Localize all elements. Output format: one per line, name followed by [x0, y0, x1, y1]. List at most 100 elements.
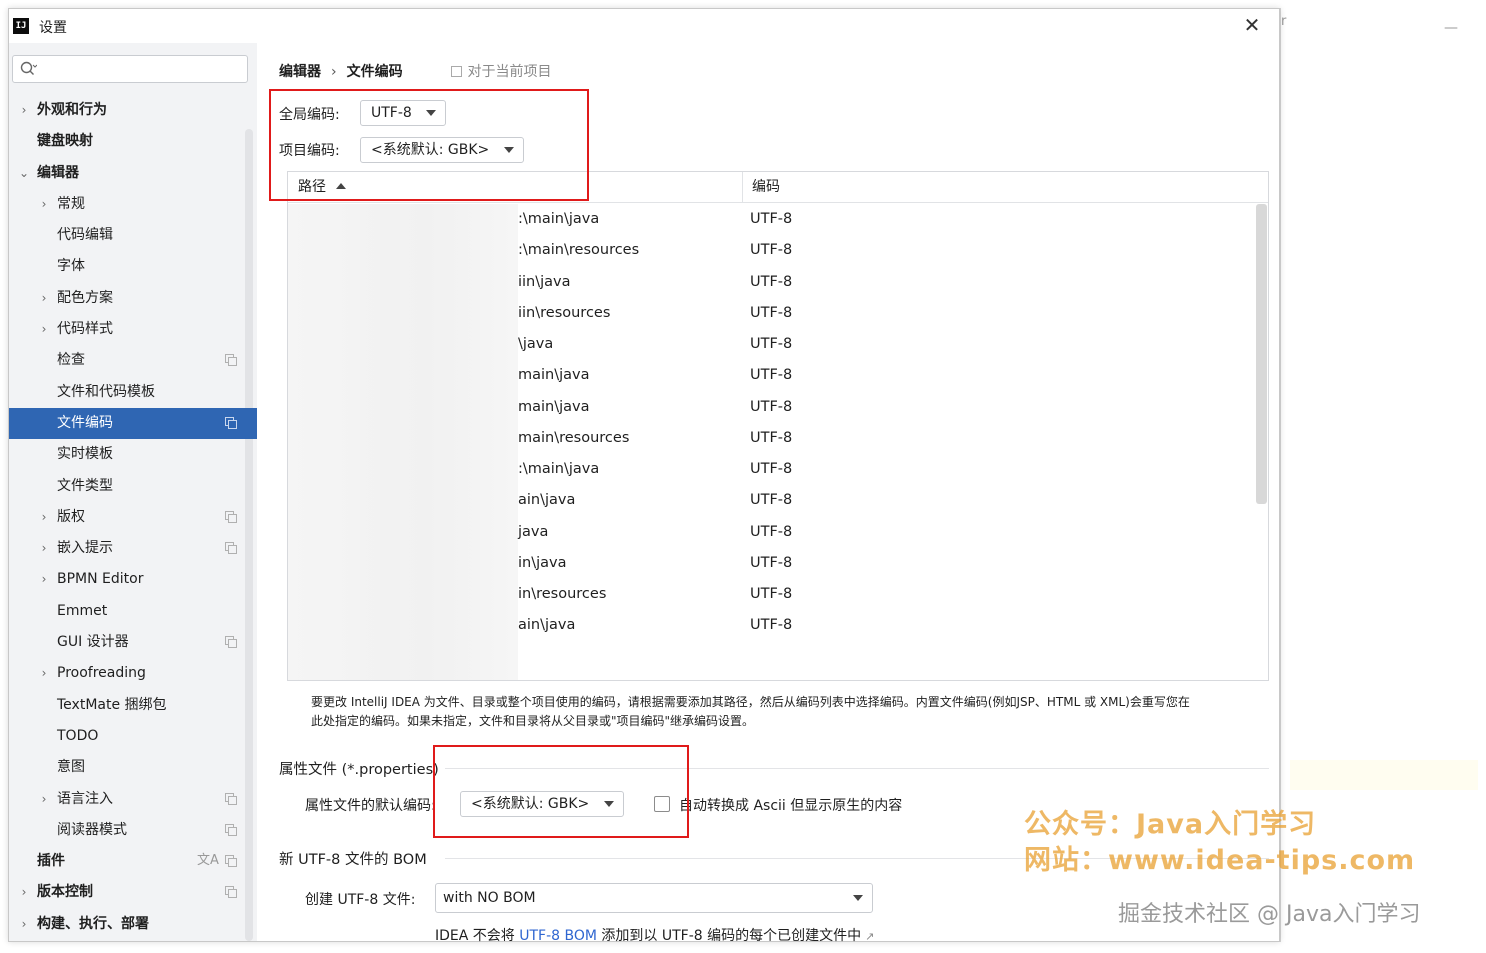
row-encoding[interactable]: UTF-8	[750, 485, 792, 516]
row-encoding[interactable]: UTF-8	[750, 298, 792, 329]
sidebar-item[interactable]: 意图	[9, 752, 257, 783]
sidebar-item-label: 文件类型	[57, 477, 113, 494]
table-scrollbar[interactable]	[1256, 204, 1267, 504]
sidebar-item[interactable]: › 嵌入提示	[9, 533, 257, 564]
chevron-right-icon[interactable]: ›	[17, 877, 31, 908]
row-encoding[interactable]: UTF-8	[750, 548, 792, 579]
chevron-right-icon[interactable]: ›	[37, 283, 51, 314]
sidebar-item[interactable]: › Proofreading	[9, 658, 257, 689]
row-path: \java	[518, 336, 554, 352]
chevron-right-icon[interactable]: ›	[37, 658, 51, 689]
watermark-juejin: 掘金技术社区 @ Java入门学习	[1118, 902, 1421, 927]
sidebar-item[interactable]: 代码编辑	[9, 220, 257, 251]
sidebar-item[interactable]: 文件和代码模板	[9, 377, 257, 408]
chevron-right-icon[interactable]: ›	[17, 909, 31, 940]
table-row[interactable]: :\main\java UTF-8	[288, 454, 1256, 485]
close-button[interactable]: ✕	[1241, 14, 1263, 36]
chevron-right-icon[interactable]: ›	[37, 533, 51, 564]
native-ascii-label[interactable]: 自动转换成 Ascii 但显示原生的内容	[679, 795, 902, 815]
chevron-down-icon[interactable]: ⌄	[17, 158, 31, 189]
sidebar-item-label: BPMN Editor	[57, 571, 144, 588]
chevron-right-icon[interactable]: ›	[37, 502, 51, 533]
sidebar-item-label: 构建、执行、部署	[37, 915, 149, 932]
sidebar-item[interactable]: GUI 设计器	[9, 627, 257, 658]
breadcrumb-editor[interactable]: 编辑器	[279, 64, 321, 80]
table-row[interactable]: main\java UTF-8	[288, 360, 1256, 391]
sidebar-item[interactable]: 文件编码	[9, 407, 257, 440]
sidebar-item[interactable]: › 外观和行为	[9, 95, 257, 126]
table-row[interactable]: :\main\resources UTF-8	[288, 235, 1256, 266]
sidebar-item[interactable]: 键盘映射	[9, 126, 257, 157]
row-encoding[interactable]: UTF-8	[750, 329, 792, 360]
row-encoding[interactable]: UTF-8	[750, 392, 792, 423]
row-encoding[interactable]: UTF-8	[750, 267, 792, 298]
table-row[interactable]: ain\java UTF-8	[288, 610, 1256, 641]
sidebar-item[interactable]: › 代码样式	[9, 314, 257, 345]
sidebar-item-label: TextMate 捆绑包	[57, 696, 167, 713]
sidebar-item-label: 实时模板	[57, 446, 113, 463]
table-row[interactable]: java UTF-8	[288, 517, 1256, 548]
sidebar-item[interactable]: TODO	[9, 721, 257, 752]
column-divider[interactable]	[742, 172, 743, 203]
sidebar-item[interactable]: › 常规	[9, 189, 257, 220]
table-row[interactable]: main\java UTF-8	[288, 392, 1256, 423]
table-row[interactable]: main\resources UTF-8	[288, 423, 1256, 454]
row-encoding[interactable]: UTF-8	[750, 517, 792, 548]
bom-dropdown[interactable]: with NO BOM	[435, 883, 873, 913]
row-encoding[interactable]: UTF-8	[750, 423, 792, 454]
sidebar-item-label: 外观和行为	[37, 102, 107, 118]
sidebar-item[interactable]: › 语言注入	[9, 784, 257, 815]
table-row[interactable]: :\main\java UTF-8	[288, 204, 1256, 235]
chevron-right-icon[interactable]: ›	[37, 189, 51, 220]
sidebar-item[interactable]: 字体	[9, 251, 257, 282]
table-row[interactable]: iin\java UTF-8	[288, 267, 1256, 298]
sidebar-item[interactable]: TextMate 捆绑包	[9, 690, 257, 721]
chevron-right-icon[interactable]: ›	[37, 564, 51, 595]
chevron-right-icon[interactable]: ›	[17, 95, 31, 126]
table-row[interactable]: ain\java UTF-8	[288, 485, 1256, 516]
highlight-box-properties	[433, 745, 689, 838]
row-encoding[interactable]: UTF-8	[750, 204, 792, 235]
column-header-encoding[interactable]: 编码	[752, 172, 780, 203]
external-link-icon[interactable]: ↗	[865, 930, 874, 943]
minimize-icon[interactable]: —	[1444, 20, 1458, 36]
row-encoding[interactable]: UTF-8	[750, 454, 792, 485]
bom-note-suffix: 添加到以 UTF-8 编码的每个已创建文件中	[601, 928, 862, 944]
row-path: :\main\java	[518, 211, 600, 227]
bom-section-title: 新 UTF-8 文件的 BOM	[279, 852, 427, 868]
sidebar-item-label: 插件	[37, 853, 65, 870]
encoding-table: 路径 编码 :\main\java UTF-8:\main\resources UT…	[287, 171, 1269, 681]
copy-icon	[225, 636, 237, 649]
chevron-right-icon[interactable]: ›	[37, 784, 51, 815]
sidebar-item[interactable]: 阅读器模式	[9, 815, 257, 846]
utf8-bom-link[interactable]: UTF-8 BOM	[519, 928, 597, 944]
table-row[interactable]: in\java UTF-8	[288, 548, 1256, 579]
sidebar-item[interactable]: 实时模板	[9, 439, 257, 470]
table-row[interactable]: iin\resources UTF-8	[288, 298, 1256, 329]
row-encoding[interactable]: UTF-8	[750, 235, 792, 266]
sidebar-item-label: 编辑器	[37, 164, 79, 181]
sidebar-item[interactable]: 检查	[9, 345, 257, 376]
sidebar-item[interactable]: Emmet	[9, 596, 257, 627]
chevron-right-icon[interactable]: ›	[37, 314, 51, 345]
sidebar-item[interactable]: › 版本控制	[9, 877, 257, 908]
sidebar-item[interactable]: ⌄ 编辑器	[9, 158, 257, 189]
sidebar-item[interactable]: 插件 文A	[9, 846, 257, 877]
table-row[interactable]: \java UTF-8	[288, 329, 1256, 360]
bom-dropdown-value: with NO BOM	[443, 890, 536, 906]
row-encoding[interactable]: UTF-8	[750, 610, 792, 641]
copy-icon	[225, 354, 237, 367]
row-path: main\java	[518, 398, 590, 415]
row-encoding[interactable]: UTF-8	[750, 360, 792, 391]
row-encoding[interactable]: UTF-8	[750, 579, 792, 610]
sidebar-item-label: 字体	[57, 258, 85, 275]
sidebar-item[interactable]: › 版权	[9, 502, 257, 533]
table-row[interactable]: in\resources UTF-8	[288, 579, 1256, 610]
copy-icon	[225, 823, 237, 836]
sidebar-item[interactable]: › BPMN Editor	[9, 564, 257, 595]
sidebar-item[interactable]: › 构建、执行、部署	[9, 909, 257, 940]
sidebar-item-label: Emmet	[57, 602, 108, 619]
sidebar-item[interactable]: › 配色方案	[9, 283, 257, 314]
search-input[interactable]	[12, 55, 248, 83]
sidebar-item[interactable]: 文件类型	[9, 471, 257, 502]
